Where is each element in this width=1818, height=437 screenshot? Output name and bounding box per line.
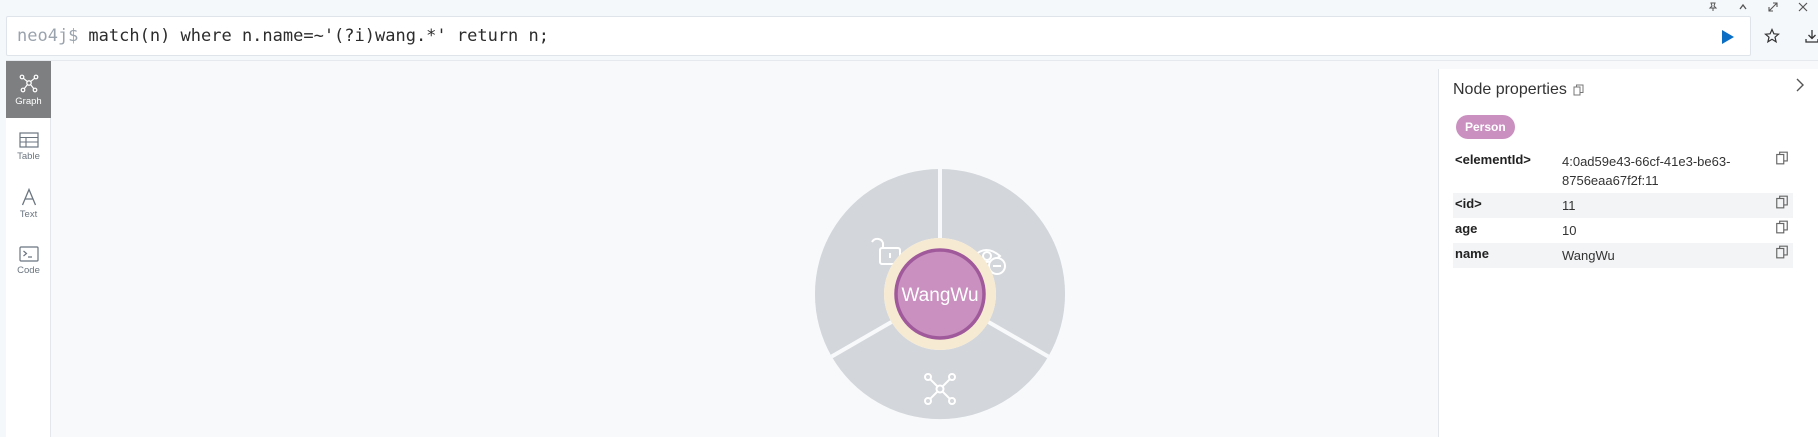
graph-canvas[interactable]: WangWu — [51, 61, 1479, 437]
play-icon — [1722, 30, 1734, 44]
favorite-button[interactable] — [1752, 16, 1792, 56]
table-row: name WangWu — [1453, 243, 1793, 268]
copy-icon[interactable] — [1573, 84, 1584, 96]
view-code-button[interactable]: Code — [6, 232, 51, 289]
pin-icon[interactable] — [1698, 0, 1728, 14]
node-with-ring-menu: WangWu — [812, 166, 1068, 422]
view-graph-label: Graph — [15, 95, 42, 107]
editor-toolbar — [1752, 16, 1818, 56]
panel-collapse-button[interactable] — [1790, 75, 1810, 95]
view-code-label: Code — [17, 264, 40, 276]
text-icon — [21, 187, 36, 205]
run-button[interactable] — [1718, 27, 1738, 47]
table-row: <elementId> 4:0ad59e43-66cf-41e3-be63-87… — [1453, 149, 1793, 193]
copy-icon[interactable] — [1775, 195, 1789, 209]
property-value: 10 — [1562, 223, 1577, 238]
download-button[interactable] — [1792, 16, 1818, 56]
properties-title: Node properties — [1453, 81, 1567, 98]
graph-icon — [19, 74, 38, 92]
property-key: <id> — [1455, 196, 1482, 211]
query-text[interactable]: match(n) where n.name=~'(?i)wang.*' retu… — [88, 26, 549, 46]
close-icon[interactable] — [1788, 0, 1818, 14]
star-icon — [1764, 28, 1780, 44]
window-controls — [1698, 0, 1818, 14]
code-icon — [18, 245, 39, 262]
property-key: name — [1455, 246, 1489, 261]
copy-icon[interactable] — [1775, 220, 1789, 234]
view-text-button[interactable]: Text — [6, 175, 51, 232]
download-icon — [1805, 30, 1818, 43]
chevron-up-icon[interactable] — [1728, 0, 1758, 14]
copy-icon[interactable] — [1775, 151, 1789, 165]
table-row: <id> 11 — [1453, 193, 1793, 218]
view-table-label: Table — [17, 150, 40, 162]
view-table-button[interactable]: Table — [6, 118, 51, 175]
editor-prompt: neo4j$ — [17, 26, 79, 46]
table-row: age 10 — [1453, 218, 1793, 243]
copy-icon[interactable] — [1775, 245, 1789, 259]
property-key: <elementId> — [1455, 152, 1531, 167]
node-label-badge[interactable]: Person — [1456, 115, 1515, 139]
node-properties-panel: Node properties Person <elementId> 4:0ad… — [1438, 69, 1818, 437]
chevron-right-icon — [1796, 78, 1804, 92]
node-caption: WangWu — [901, 285, 978, 306]
table-icon — [18, 131, 39, 148]
property-value: 4:0ad59e43-66cf-41e3-be63-8756eaa67f2f:1… — [1562, 154, 1731, 188]
view-graph-button[interactable]: Graph — [6, 61, 51, 118]
property-value: 11 — [1562, 198, 1576, 213]
view-text-label: Text — [19, 208, 38, 220]
property-value: WangWu — [1562, 248, 1615, 263]
properties-header: Node properties — [1453, 81, 1584, 99]
result-frame: Graph Table Text Code WangWu Node proper… — [6, 60, 1818, 437]
query-editor[interactable]: neo4j$ match(n) where n.name=~'(?i)wang.… — [6, 16, 1751, 56]
properties-table: <elementId> 4:0ad59e43-66cf-41e3-be63-87… — [1453, 149, 1793, 268]
view-switcher: Graph Table Text Code — [6, 61, 51, 437]
expand-icon[interactable] — [1758, 0, 1788, 14]
property-key: age — [1455, 221, 1478, 236]
